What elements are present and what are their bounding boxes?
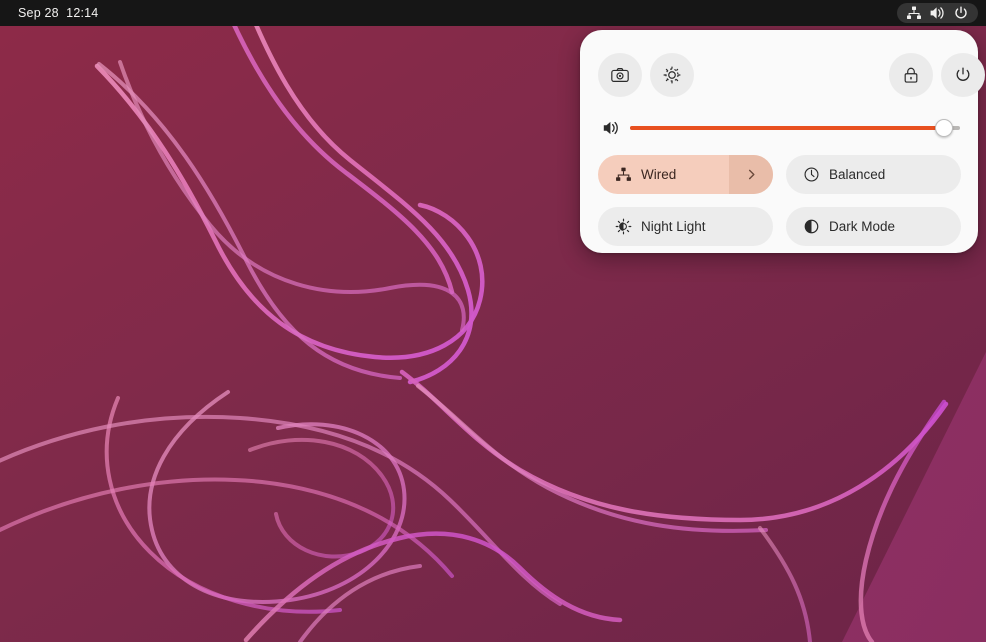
- dark-mode-icon: [802, 218, 820, 236]
- volume-icon[interactable]: [929, 5, 946, 21]
- night-light-tile-label: Night Light: [641, 219, 706, 234]
- dark-mode-tile-label: Dark Mode: [829, 219, 896, 234]
- wired-tile[interactable]: Wired: [598, 155, 773, 194]
- top-bar: Sep 28 12:14: [0, 0, 986, 26]
- speaker-volume-icon: [598, 119, 624, 137]
- wired-tile-label: Wired: [641, 167, 677, 182]
- network-wired-icon[interactable]: [906, 5, 922, 21]
- volume-slider[interactable]: [630, 118, 960, 138]
- power-icon[interactable]: [953, 5, 969, 21]
- night-light-tile[interactable]: Night Light: [598, 207, 773, 246]
- volume-row: [598, 115, 960, 141]
- desktop: Sep 28 12:14 Wired Balanced Night Light …: [0, 0, 986, 642]
- power-mode-tile-label: Balanced: [829, 167, 886, 182]
- speedometer-icon: [802, 166, 820, 184]
- volume-slider-handle[interactable]: [934, 119, 953, 137]
- quick-settings-tiles: Wired Balanced Night Light Dark Mode: [598, 155, 961, 246]
- wired-submenu-button[interactable]: [729, 155, 773, 194]
- night-light-icon: [614, 218, 632, 236]
- clock[interactable]: Sep 28 12:14: [18, 6, 98, 20]
- quick-settings-panel: Wired Balanced Night Light Dark Mode: [580, 30, 985, 253]
- power-button[interactable]: [941, 53, 985, 97]
- network-wired-icon: [614, 166, 632, 184]
- screenshot-button[interactable]: [598, 53, 642, 97]
- settings-button[interactable]: [650, 53, 694, 97]
- system-indicators[interactable]: [897, 3, 978, 23]
- volume-slider-fill: [630, 126, 944, 130]
- quick-settings-header: [598, 53, 985, 97]
- lock-button[interactable]: [889, 53, 933, 97]
- dark-mode-tile[interactable]: Dark Mode: [786, 207, 961, 246]
- power-mode-tile[interactable]: Balanced: [786, 155, 961, 194]
